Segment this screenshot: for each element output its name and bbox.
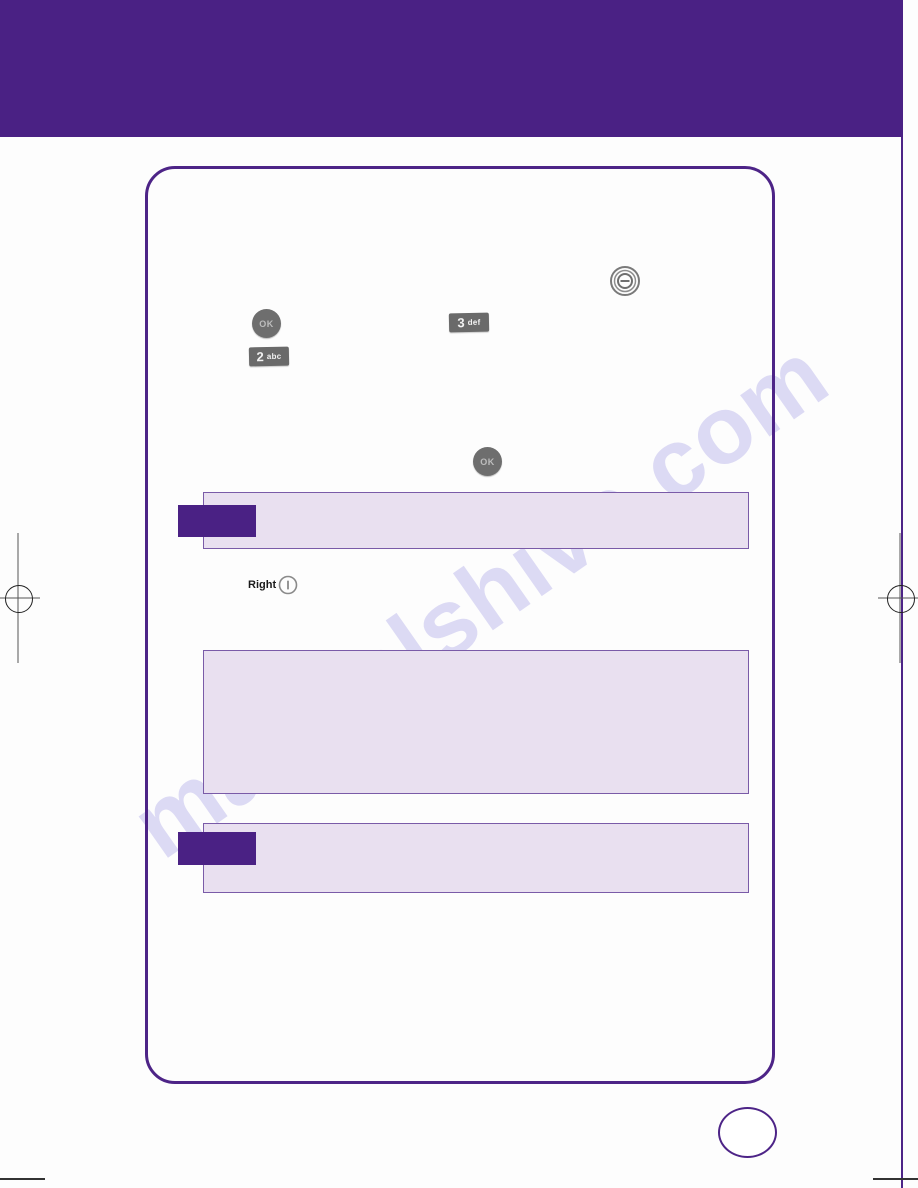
ok-key-label: OK (259, 318, 274, 329)
ok-key-icon[interactable]: OK (252, 309, 281, 338)
trim-mark-bottom-right (873, 1178, 918, 1180)
keypad-3-def-icon[interactable]: 3 def (448, 312, 490, 333)
content-frame (145, 166, 775, 1084)
keypad-2-digit: 2 (256, 349, 264, 365)
keypad-3-letters: def (467, 317, 481, 328)
registration-mark-ring-right (887, 585, 915, 613)
note-tab-bottom (178, 832, 256, 865)
note-box-large (203, 650, 749, 794)
right-softkey-label: Right (248, 579, 277, 591)
note-tab (178, 505, 256, 537)
note-box-bottom (203, 823, 749, 893)
trim-mark-bottom-left (0, 1178, 45, 1180)
registration-mark-ring (5, 585, 33, 613)
ok-key-label-secondary: OK (480, 456, 495, 467)
menu-ring-icon[interactable] (609, 265, 641, 297)
right-softkey-group[interactable]: Right (248, 575, 298, 595)
registration-mark-left (0, 533, 40, 663)
keypad-3-digit: 3 (457, 315, 465, 331)
note-box (203, 492, 749, 549)
registration-mark-right (878, 533, 918, 663)
menu-ring-icon-svg (610, 266, 640, 296)
page-number-badge (718, 1107, 777, 1158)
document-page: manualshive.com OK 3 def 2 abc OK Right (0, 0, 918, 1188)
header-band (0, 0, 903, 137)
keypad-2-abc-icon[interactable]: 2 abc (248, 346, 290, 367)
right-softkey-icon (278, 575, 298, 595)
ok-key-icon-secondary[interactable]: OK (473, 447, 502, 476)
keypad-2-letters: abc (266, 351, 282, 362)
